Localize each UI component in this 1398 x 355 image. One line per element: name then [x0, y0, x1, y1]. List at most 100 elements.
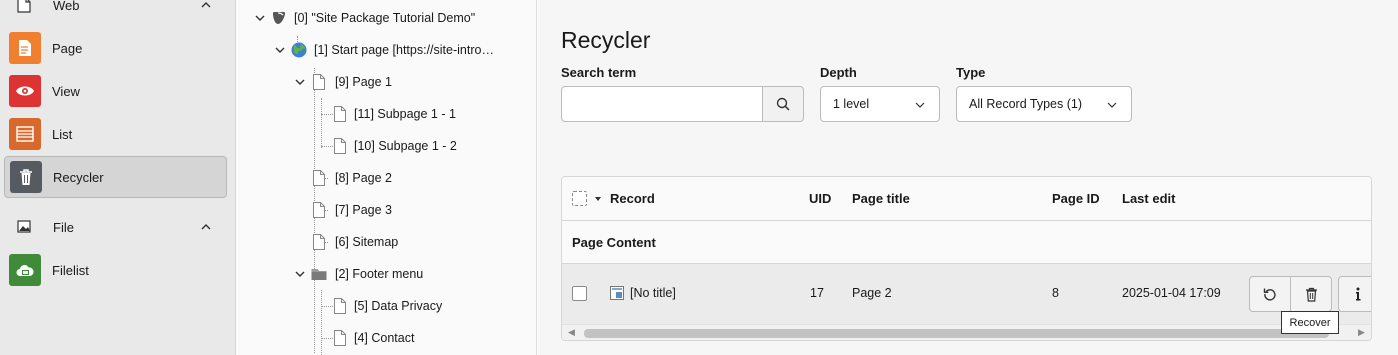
group-label: Page Content: [572, 235, 656, 250]
type-select[interactable]: All Record Types (1): [956, 86, 1132, 122]
row-checkbox[interactable]: [572, 286, 587, 301]
recover-button[interactable]: [1249, 276, 1291, 312]
trash-icon: [1305, 287, 1317, 302]
tree-node-label: [5] Data Privacy: [354, 299, 443, 313]
caret-down-icon[interactable]: [594, 196, 602, 202]
type-label: Type: [956, 65, 986, 80]
column-record: Record: [610, 191, 655, 206]
depth-select-value: 1 level: [833, 97, 870, 111]
module-filelist[interactable]: Filelist: [4, 249, 227, 291]
image-icon: [17, 220, 31, 233]
file-group-label: File: [53, 219, 74, 235]
page-icon: [334, 330, 346, 346]
scrollbar-thumb[interactable]: [584, 329, 1329, 338]
recover-tooltip: Recover: [1281, 311, 1339, 334]
chevron-down-icon[interactable]: [254, 12, 266, 24]
chevron-down-icon[interactable]: [294, 268, 306, 280]
search-button[interactable]: [762, 86, 804, 122]
column-page-id: Page ID: [1052, 191, 1100, 206]
tree-node[interactable]: [8] Page 2: [237, 162, 535, 194]
page-module-icon: [9, 32, 41, 64]
undo-icon: [1263, 288, 1276, 301]
depth-select[interactable]: 1 level: [820, 86, 940, 122]
content-element-icon: [610, 286, 624, 300]
cell-page-id: 8: [1052, 286, 1059, 300]
tree-node[interactable]: [4] Contact: [237, 322, 535, 354]
tree-node[interactable]: [11] Subpage 1 - 1: [237, 98, 535, 130]
chevron-up-icon: [201, 224, 211, 230]
eye-icon: [9, 75, 41, 107]
tree-node-label: [7] Page 3: [335, 203, 392, 217]
page-icon: [313, 74, 325, 90]
tree-node-label: [6] Sitemap: [335, 235, 399, 249]
group-header-page-content: Page Content: [562, 221, 1371, 264]
typo3-icon: [273, 12, 285, 24]
tree-node[interactable]: [10] Subpage 1 - 2: [237, 130, 535, 162]
page-icon: [334, 298, 346, 314]
trash-icon: [10, 161, 42, 193]
module-recycler[interactable]: Recycler: [4, 156, 227, 198]
web-group-label: Web: [53, 0, 80, 13]
module-page[interactable]: Page: [4, 27, 227, 69]
tree-node-label: [4] Contact: [354, 331, 415, 345]
page-title: Recycler: [561, 27, 651, 53]
globe-icon: [291, 42, 307, 58]
search-term-label: Search term: [561, 65, 637, 80]
column-last-edit: Last edit: [1122, 191, 1176, 206]
web-group-header[interactable]: Web: [0, 0, 236, 20]
cell-page-title: Page 2: [852, 286, 892, 300]
column-page-title: Page title: [852, 191, 910, 206]
chevron-down-icon[interactable]: [294, 76, 306, 88]
cell-record: [No title]: [630, 286, 676, 300]
delete-button[interactable]: [1290, 276, 1332, 312]
table-header: Record UID Page title Page ID Last edit: [562, 177, 1371, 221]
scroll-left-icon[interactable]: ◀: [568, 327, 575, 338]
tree-node[interactable]: [0] "Site Package Tutorial Demo": [237, 2, 535, 34]
list-icon: [9, 118, 41, 150]
tree-node-label: [11] Subpage 1 - 1: [354, 107, 456, 121]
module-filelist-label: Filelist: [52, 262, 89, 278]
table-row: [No title] 17 Page 2 8 2025-01-04 17:09: [562, 264, 1371, 324]
tree-node[interactable]: [2] Footer menu: [237, 258, 535, 290]
records-table: Record UID Page title Page ID Last edit …: [561, 176, 1372, 341]
info-icon: [1356, 287, 1361, 301]
cell-last-edit: 2025-01-04 17:09: [1122, 286, 1221, 300]
tree-node-label: [8] Page 2: [335, 171, 392, 185]
tree-node[interactable]: [9] Page 1: [237, 66, 535, 98]
module-list[interactable]: List: [4, 113, 227, 155]
page-icon: [334, 138, 346, 154]
module-page-label: Page: [52, 40, 83, 56]
tree-node-label: [2] Footer menu: [335, 267, 424, 281]
page-icon: [313, 202, 325, 218]
tree-node-label: [9] Page 1: [335, 75, 392, 89]
tree-node-label: [1] Start page [https://site-intro…: [314, 43, 494, 57]
cloud-folder-icon: [9, 254, 41, 286]
search-input[interactable]: [561, 86, 763, 122]
type-select-value: All Record Types (1): [969, 97, 1083, 111]
module-view-label: View: [52, 83, 80, 99]
chevron-up-icon: [201, 2, 211, 8]
search-icon: [776, 97, 790, 111]
module-recycler-label: Recycler: [53, 169, 104, 185]
page-icon: [313, 170, 325, 186]
tree-node[interactable]: [7] Page 3: [237, 194, 535, 226]
column-uid: UID: [809, 191, 832, 206]
file-group-header[interactable]: File: [0, 212, 236, 242]
chevron-down-icon: [915, 102, 925, 108]
select-all-checkbox[interactable]: [572, 191, 587, 206]
module-view[interactable]: View: [4, 70, 227, 112]
horizontal-scrollbar[interactable]: ◀ ▶: [562, 324, 1371, 340]
tree-node[interactable]: [1] Start page [https://site-intro…: [237, 34, 535, 66]
page-icon: [313, 234, 325, 250]
depth-label: Depth: [820, 65, 857, 80]
tree-node[interactable]: [5] Data Privacy: [237, 290, 535, 322]
module-list-label: List: [52, 126, 73, 142]
page-tree: [0] "Site Package Tutorial Demo" [1] Sta…: [237, 0, 537, 355]
scroll-right-icon[interactable]: ▶: [1358, 327, 1365, 338]
tree-node[interactable]: [6] Sitemap: [237, 226, 535, 258]
page-icon: [334, 106, 346, 122]
cell-uid: 17: [810, 286, 824, 300]
tree-node-label: [0] "Site Package Tutorial Demo": [294, 11, 476, 25]
info-button[interactable]: [1338, 276, 1371, 312]
chevron-down-icon[interactable]: [274, 44, 286, 56]
